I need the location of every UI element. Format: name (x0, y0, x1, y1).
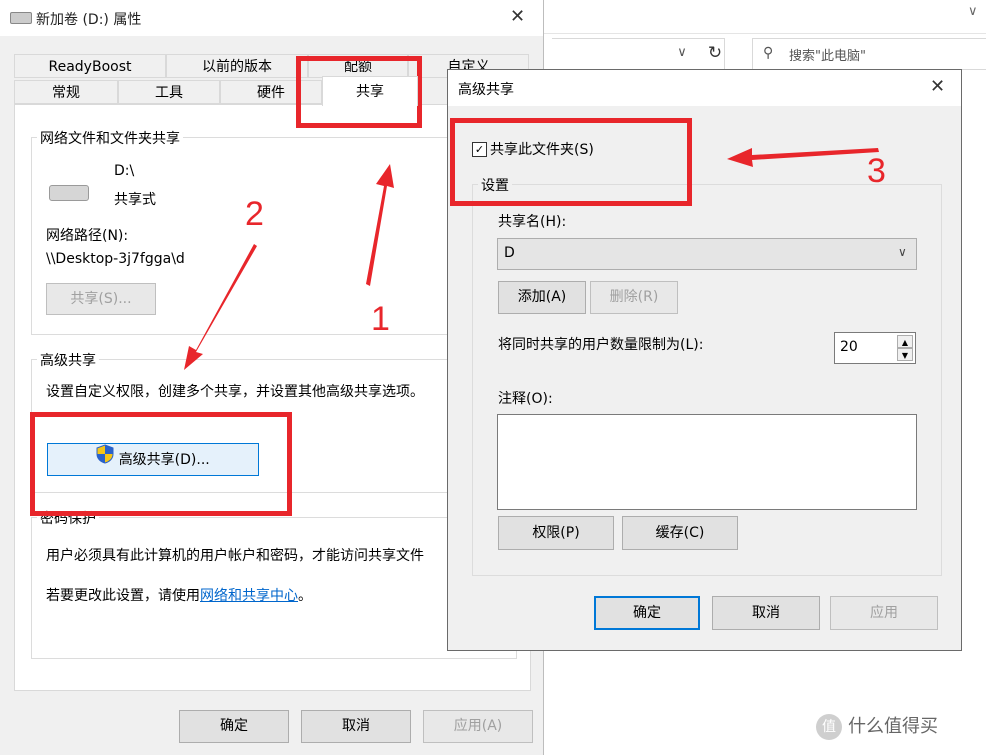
watermark: 值什么值得买 (816, 712, 938, 740)
annotation-number-1: 1 (371, 300, 390, 338)
arrow-1 (366, 164, 394, 286)
annotation-number-3: 3 (867, 152, 886, 190)
watermark-icon: 值 (816, 714, 842, 740)
annotation-number-2: 2 (245, 195, 264, 233)
watermark-text: 什么值得买 (848, 716, 938, 737)
arrow-2 (184, 244, 257, 370)
tab-sharing[interactable]: 共享 (322, 76, 418, 106)
arrow-3 (727, 148, 879, 167)
annotation-arrows (184, 148, 879, 370)
